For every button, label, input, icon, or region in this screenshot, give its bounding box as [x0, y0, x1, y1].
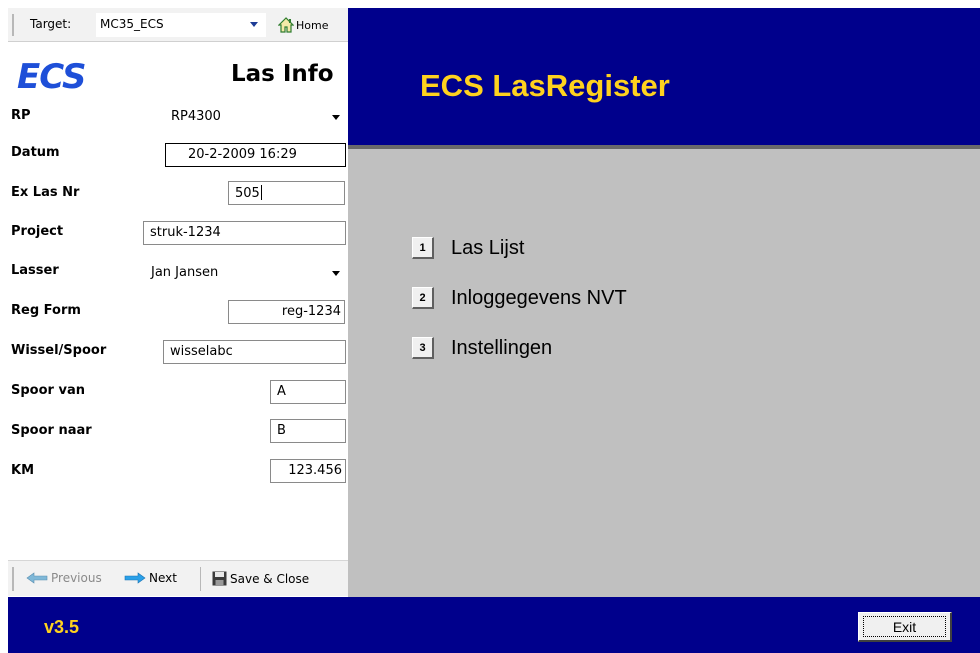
- field-label-ex-las-nr: Ex Las Nr: [11, 185, 80, 200]
- rp-value: RP4300: [171, 109, 221, 124]
- footer-bar: v3.5 Exit: [8, 597, 980, 653]
- field-label-km: KM: [11, 463, 35, 478]
- field-label-wissel-spoor: Wissel/Spoor: [11, 343, 107, 358]
- target-label: Target:: [30, 17, 72, 31]
- home-button[interactable]: Home: [278, 13, 328, 37]
- field-label-reg-form: Reg Form: [11, 303, 81, 318]
- field-label-spoor-naar: Spoor naar: [11, 423, 92, 438]
- home-label: Home: [296, 18, 329, 32]
- km-field[interactable]: 123.456: [270, 459, 346, 483]
- home-icon: [278, 17, 294, 33]
- menu-item-label[interactable]: Inloggegevens NVT: [451, 287, 627, 310]
- exit-label[interactable]: Exit: [863, 616, 946, 637]
- field-label-spoor-van: Spoor van: [11, 383, 85, 398]
- menu-number-button[interactable]: 3: [412, 337, 434, 359]
- toolbar-grip: [12, 14, 14, 36]
- menu-item-instellingen[interactable]: 3 Instellingen: [412, 335, 552, 361]
- top-toolbar: Target: MC35_ECS Home: [8, 8, 348, 42]
- chevron-down-icon[interactable]: [332, 115, 340, 120]
- brand-logo: ECS: [17, 57, 86, 97]
- previous-label: Previous: [51, 571, 102, 585]
- spoor-naar-field[interactable]: B: [270, 419, 346, 443]
- rp-select[interactable]: RP4300: [163, 105, 346, 129]
- chevron-down-icon[interactable]: [250, 22, 258, 27]
- page-title: Las Info: [231, 61, 334, 87]
- menu-item-inloggegevens[interactable]: 2 Inloggegevens NVT: [412, 285, 627, 311]
- ex-las-nr-value: 505: [235, 186, 260, 201]
- lasser-value: Jan Jansen: [151, 265, 219, 280]
- menu-item-label[interactable]: Las Lijst: [451, 237, 524, 260]
- exit-button[interactable]: Exit: [858, 612, 952, 642]
- las-info-form: Target: MC35_ECS Home ECS Las Info RP RP…: [0, 0, 348, 600]
- arrow-right-icon: [124, 572, 146, 584]
- text-caret: [260, 185, 262, 200]
- save-disk-icon: [212, 571, 227, 586]
- reg-form-field[interactable]: reg-1234: [228, 300, 345, 324]
- menu-item-label[interactable]: Instellingen: [451, 337, 552, 360]
- datum-field[interactable]: 20-2-2009 16:29: [165, 143, 346, 167]
- arrow-left-icon: [26, 572, 48, 584]
- toolbar-separator: [200, 567, 201, 591]
- next-button[interactable]: Next: [124, 571, 177, 585]
- bottom-toolbar: Previous Next Save & Close: [8, 560, 348, 596]
- previous-button[interactable]: Previous: [26, 571, 102, 585]
- menu-number-button[interactable]: 2: [412, 287, 434, 309]
- save-close-label: Save & Close: [230, 571, 310, 586]
- version-label: v3.5: [44, 617, 80, 637]
- wissel-spoor-field[interactable]: wisselabc: [163, 340, 346, 364]
- target-select[interactable]: MC35_ECS: [96, 13, 266, 37]
- field-label-lasser: Lasser: [11, 263, 59, 278]
- next-label: Next: [149, 571, 177, 585]
- project-field[interactable]: struk-1234: [143, 221, 346, 245]
- app-title: ECS LasRegister: [420, 68, 670, 103]
- app-header: ECS LasRegister: [348, 8, 980, 145]
- spoor-van-field[interactable]: A: [270, 380, 346, 404]
- menu-number-button[interactable]: 1: [412, 237, 434, 259]
- field-label-datum: Datum: [11, 145, 60, 160]
- main-menu: 1 Las Lijst 2 Inloggegevens NVT 3 Instel…: [348, 149, 980, 597]
- lasser-select[interactable]: Jan Jansen: [143, 261, 346, 285]
- chevron-down-icon[interactable]: [332, 271, 340, 276]
- ex-las-nr-field[interactable]: 505: [228, 181, 345, 205]
- field-label-rp: RP: [11, 108, 31, 123]
- target-value: MC35_ECS: [100, 17, 164, 31]
- save-close-button[interactable]: Save & Close: [212, 571, 309, 586]
- field-label-project: Project: [11, 224, 64, 239]
- menu-item-las-lijst[interactable]: 1 Las Lijst: [412, 235, 524, 261]
- toolbar-grip: [12, 567, 14, 591]
